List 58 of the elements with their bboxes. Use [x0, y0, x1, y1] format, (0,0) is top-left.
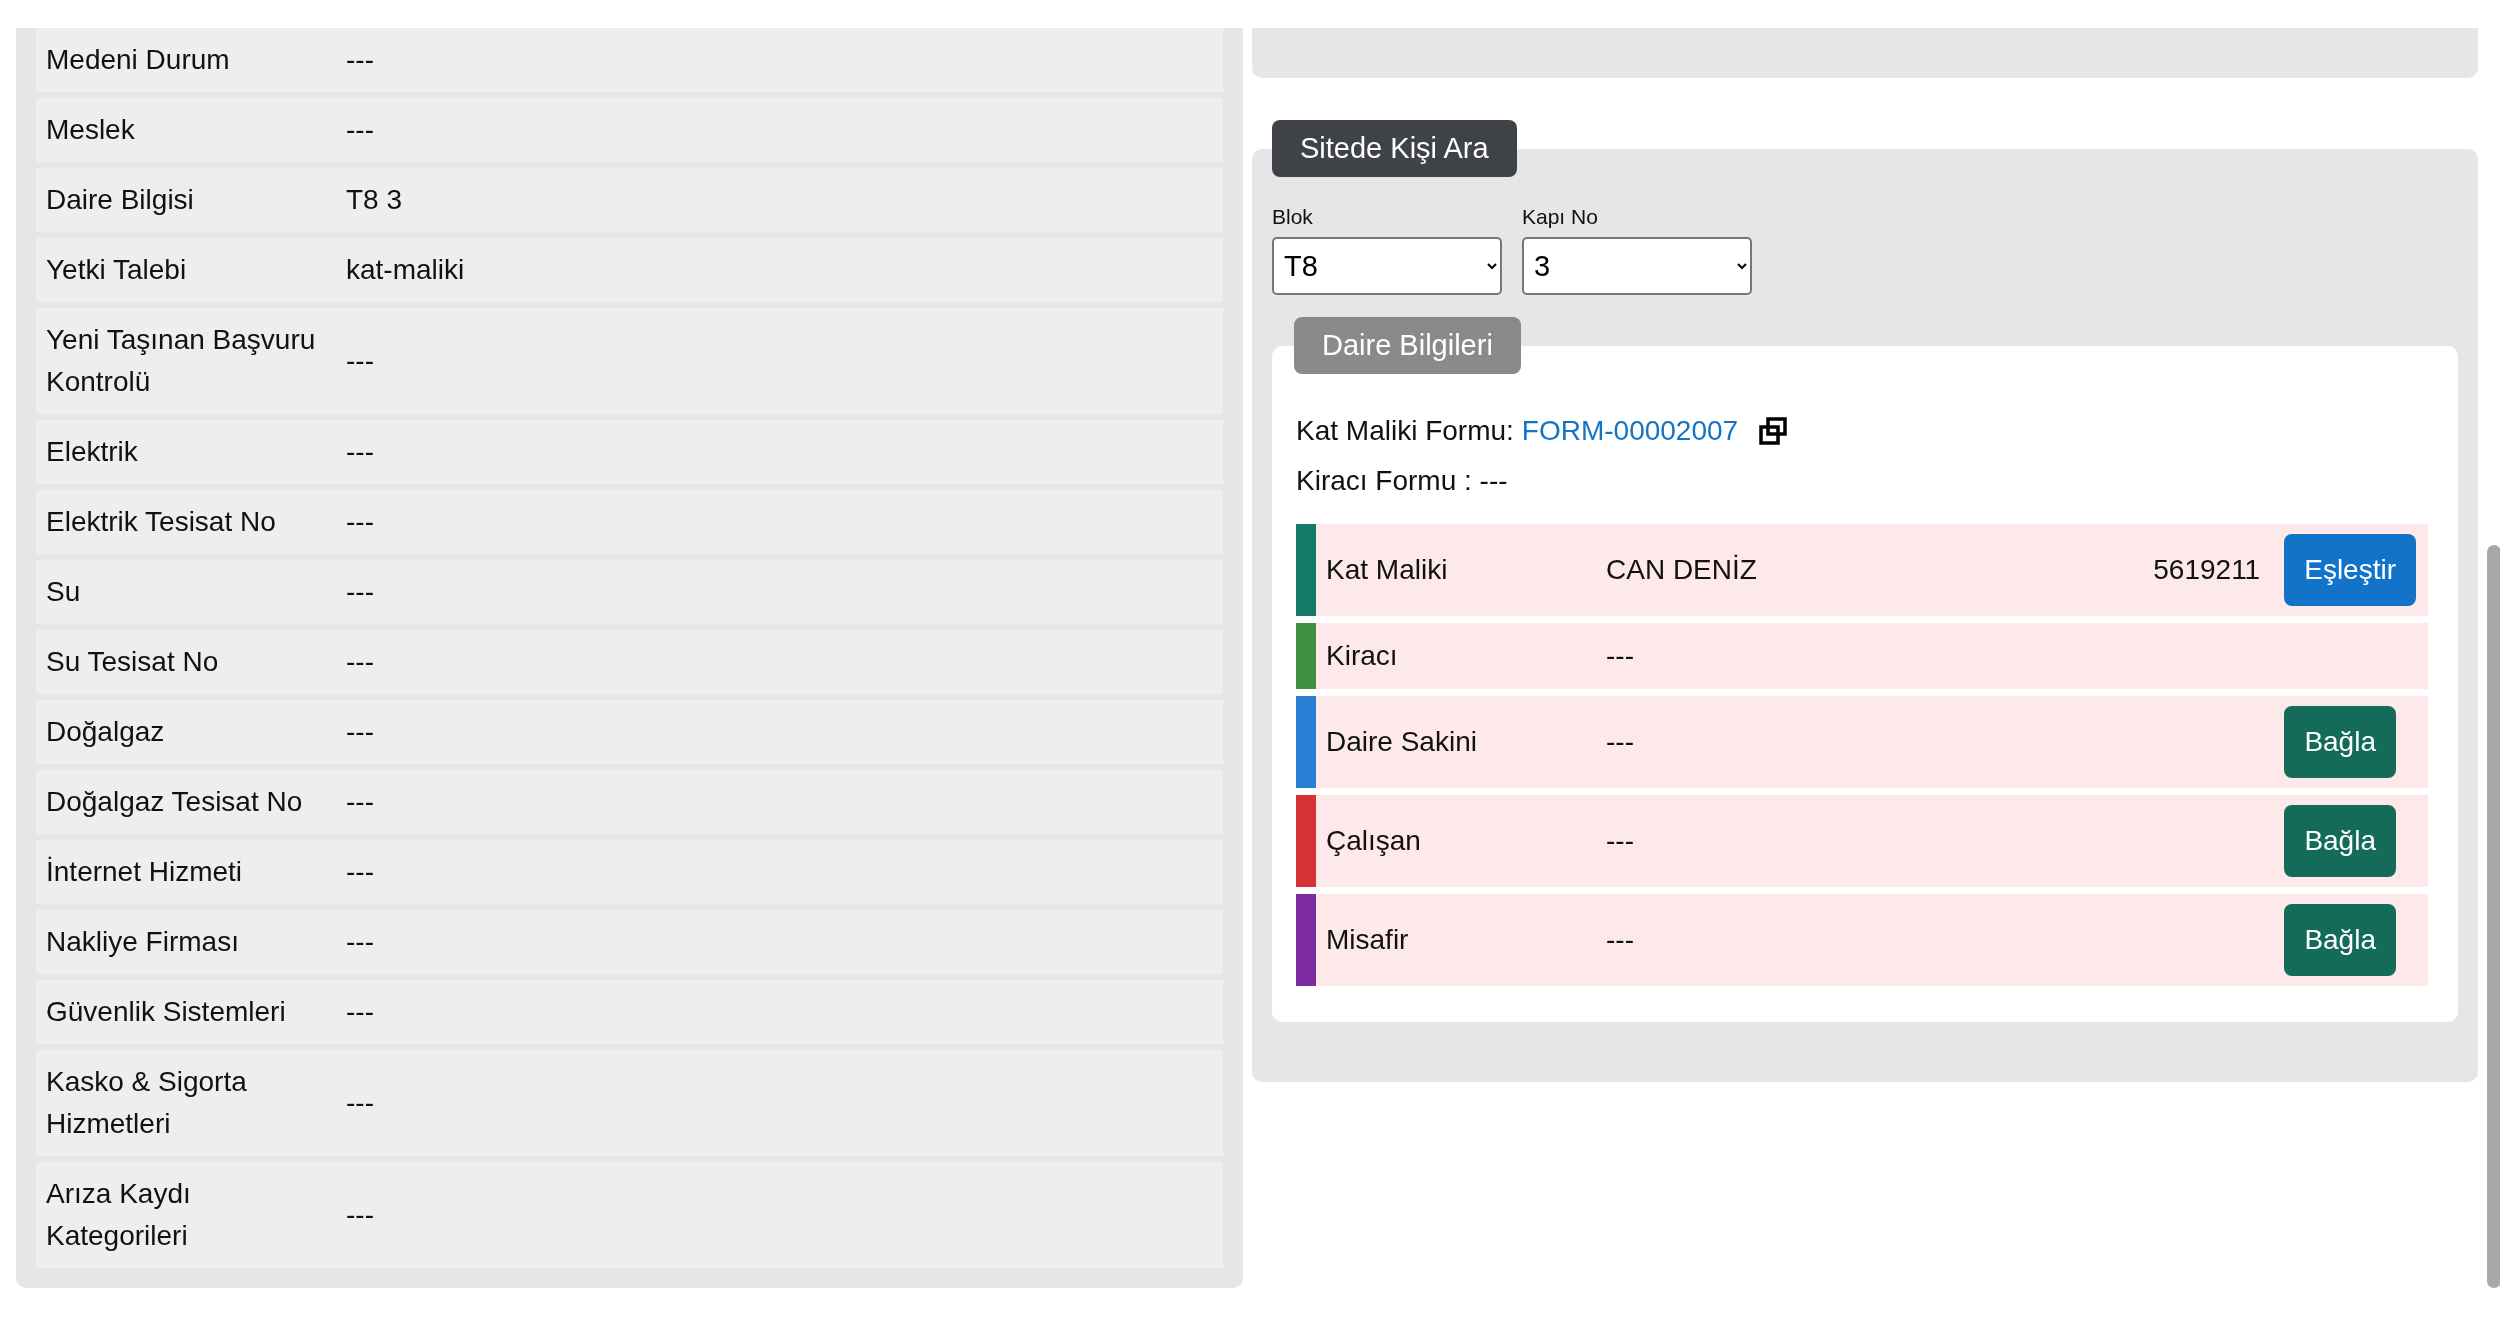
resident-name: ---: [1606, 924, 1635, 956]
detail-value: ---: [346, 1198, 374, 1232]
detail-value: kat-maliki: [346, 253, 465, 287]
detail-label: Meslek: [46, 113, 136, 147]
detail-label: İnternet Hizmeti: [46, 855, 244, 889]
detail-value: ---: [346, 1086, 374, 1120]
resident-number: 5619211: [2153, 554, 2261, 586]
detail-label: Elektrik Tesisat No: [46, 505, 277, 539]
detail-value: ---: [346, 995, 374, 1029]
section-title: Sitede Kişi Ara: [1272, 120, 1517, 177]
detail-label: Nakliye Firması: [46, 925, 240, 959]
copy-icon[interactable]: [1758, 416, 1789, 446]
detail-label: Doğalgaz Tesisat No: [46, 785, 304, 819]
resident-name: CAN DENİZ: [1606, 554, 1758, 586]
link-button[interactable]: Bağla: [2284, 805, 2396, 877]
form-link[interactable]: FORM-00002007: [1521, 406, 1739, 456]
detail-label: Medeni Durum: [46, 43, 231, 77]
detail-value: ---: [346, 855, 374, 889]
detail-label: Elektrik: [46, 435, 139, 469]
detail-value: T8 3: [346, 183, 403, 217]
resident-name: ---: [1606, 726, 1635, 758]
match-button[interactable]: Eşleştir: [2284, 534, 2416, 606]
detail-value: ---: [346, 505, 374, 539]
detail-label: Su Tesisat No: [46, 645, 220, 679]
detail-value: ---: [346, 344, 374, 378]
role-label: Kiracı: [1325, 640, 1399, 672]
detail-value: ---: [346, 113, 374, 147]
field-label: Blok: [1272, 205, 1314, 229]
detail-value: ---: [346, 435, 374, 469]
link-button[interactable]: Bağla: [2284, 706, 2396, 778]
form-label: Kat Maliki Formu:: [1296, 414, 1514, 448]
select-field[interactable]: T8: [1272, 237, 1502, 295]
detail-label: Daire Bilgisi: [46, 183, 195, 217]
detail-label: Güvenlik Sistemleri: [46, 995, 287, 1029]
detail-value: ---: [346, 785, 374, 819]
field-label: Kapı No: [1522, 205, 1599, 229]
scrollbar-thumb[interactable]: [2487, 545, 2500, 1288]
role-label: Çalışan: [1325, 825, 1422, 857]
detail-value: ---: [346, 645, 374, 679]
detail-value: ---: [346, 43, 374, 77]
role-label: Kat Maliki: [1325, 554, 1449, 586]
resident-name: ---: [1606, 825, 1635, 857]
detail-label: Arıza Kaydı Kategorileri: [46, 1177, 192, 1253]
detail-label: Yetki Talebi: [46, 253, 188, 287]
detail-label: Su: [46, 575, 82, 609]
detail-value: ---: [346, 925, 374, 959]
section-title: Daire Bilgileri: [1294, 317, 1521, 374]
detail-label: Doğalgaz: [46, 715, 166, 749]
detail-value: ---: [346, 575, 374, 609]
role-label: Daire Sakini: [1325, 726, 1478, 758]
detail-label: Kasko & Sigorta Hizmetleri: [46, 1065, 248, 1141]
detail-label: Yeni Taşınan Başvuru Kontrolü: [46, 323, 317, 399]
select-field[interactable]: 3: [1522, 237, 1752, 295]
tenant-form-text: Kiracı Formu : ---: [1296, 464, 1509, 498]
detail-value: ---: [346, 715, 374, 749]
link-button[interactable]: Bağla: [2284, 904, 2396, 976]
resident-name: ---: [1606, 640, 1635, 672]
role-label: Misafir: [1325, 924, 1410, 956]
